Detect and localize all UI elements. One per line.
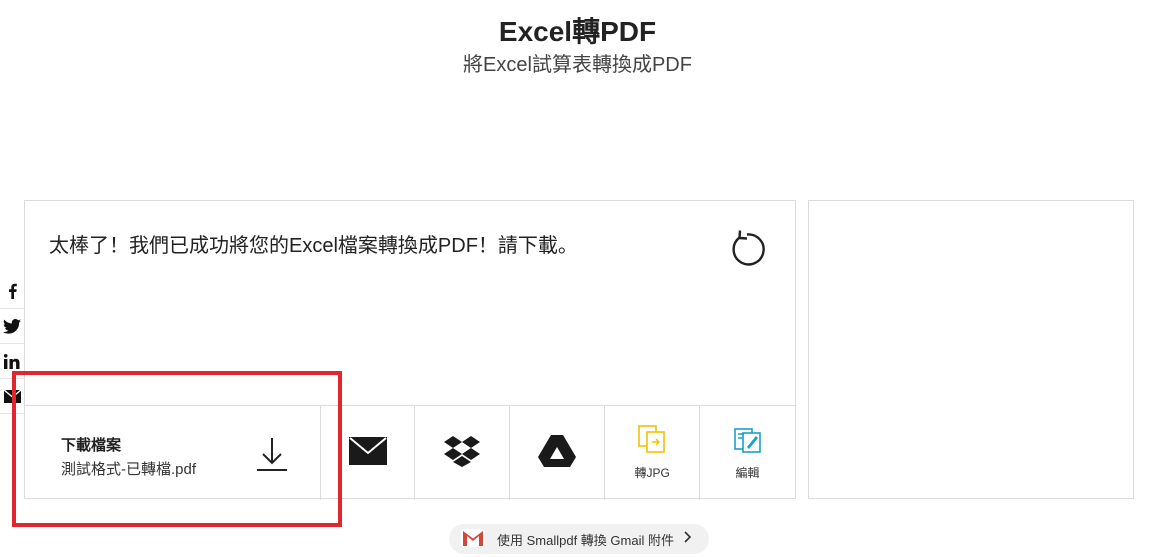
page-subtitle: 將Excel試算表轉換成PDF bbox=[463, 54, 692, 76]
google-drive-icon bbox=[538, 434, 577, 472]
facebook-icon[interactable] bbox=[0, 274, 24, 309]
side-panel bbox=[808, 200, 1134, 499]
dropbox-icon bbox=[444, 435, 481, 472]
email-button[interactable] bbox=[321, 406, 416, 500]
action-toolbar: 下載檔案 測試格式-已轉檔.pdf 轉JPG 編輯 bbox=[25, 405, 795, 500]
gmail-convert-link[interactable]: 使用 Smallpdf 轉換 Gmail 附件 bbox=[449, 524, 709, 554]
download-label: 下載檔案 bbox=[61, 437, 122, 454]
jpg-convert-icon bbox=[638, 425, 666, 458]
edit-label: 編輯 bbox=[735, 466, 760, 480]
download-button[interactable]: 下載檔案 測試格式-已轉檔.pdf bbox=[25, 406, 321, 500]
twitter-icon[interactable] bbox=[0, 309, 24, 344]
page-title: Excel轉PDF bbox=[498, 16, 657, 47]
social-share-bar bbox=[0, 274, 24, 414]
edit-icon bbox=[733, 425, 762, 458]
gmail-convert-label: 使用 Smallpdf 轉換 Gmail 附件 bbox=[497, 532, 674, 548]
google-drive-button[interactable] bbox=[510, 406, 606, 500]
convert-jpg-label: 轉JPG bbox=[634, 466, 670, 480]
edit-button[interactable]: 編輯 bbox=[700, 406, 795, 500]
gmail-icon bbox=[461, 528, 485, 550]
chevron-right-icon bbox=[684, 530, 692, 548]
result-card: 太棒了！我們已成功將您的Excel檔案轉換成PDF！請下載。 下載檔案 測試格式… bbox=[24, 200, 796, 500]
linkedin-icon[interactable] bbox=[0, 344, 24, 379]
retry-icon[interactable] bbox=[727, 229, 767, 269]
mail-icon bbox=[348, 436, 387, 470]
convert-jpg-button[interactable]: 轉JPG bbox=[605, 406, 701, 500]
download-icon bbox=[255, 436, 289, 472]
dropbox-button[interactable] bbox=[415, 406, 511, 500]
email-share-icon[interactable] bbox=[0, 379, 24, 414]
success-message: 太棒了！我們已成功將您的Excel檔案轉換成PDF！請下載。 bbox=[49, 235, 578, 257]
download-filename: 測試格式-已轉檔.pdf bbox=[61, 461, 197, 478]
